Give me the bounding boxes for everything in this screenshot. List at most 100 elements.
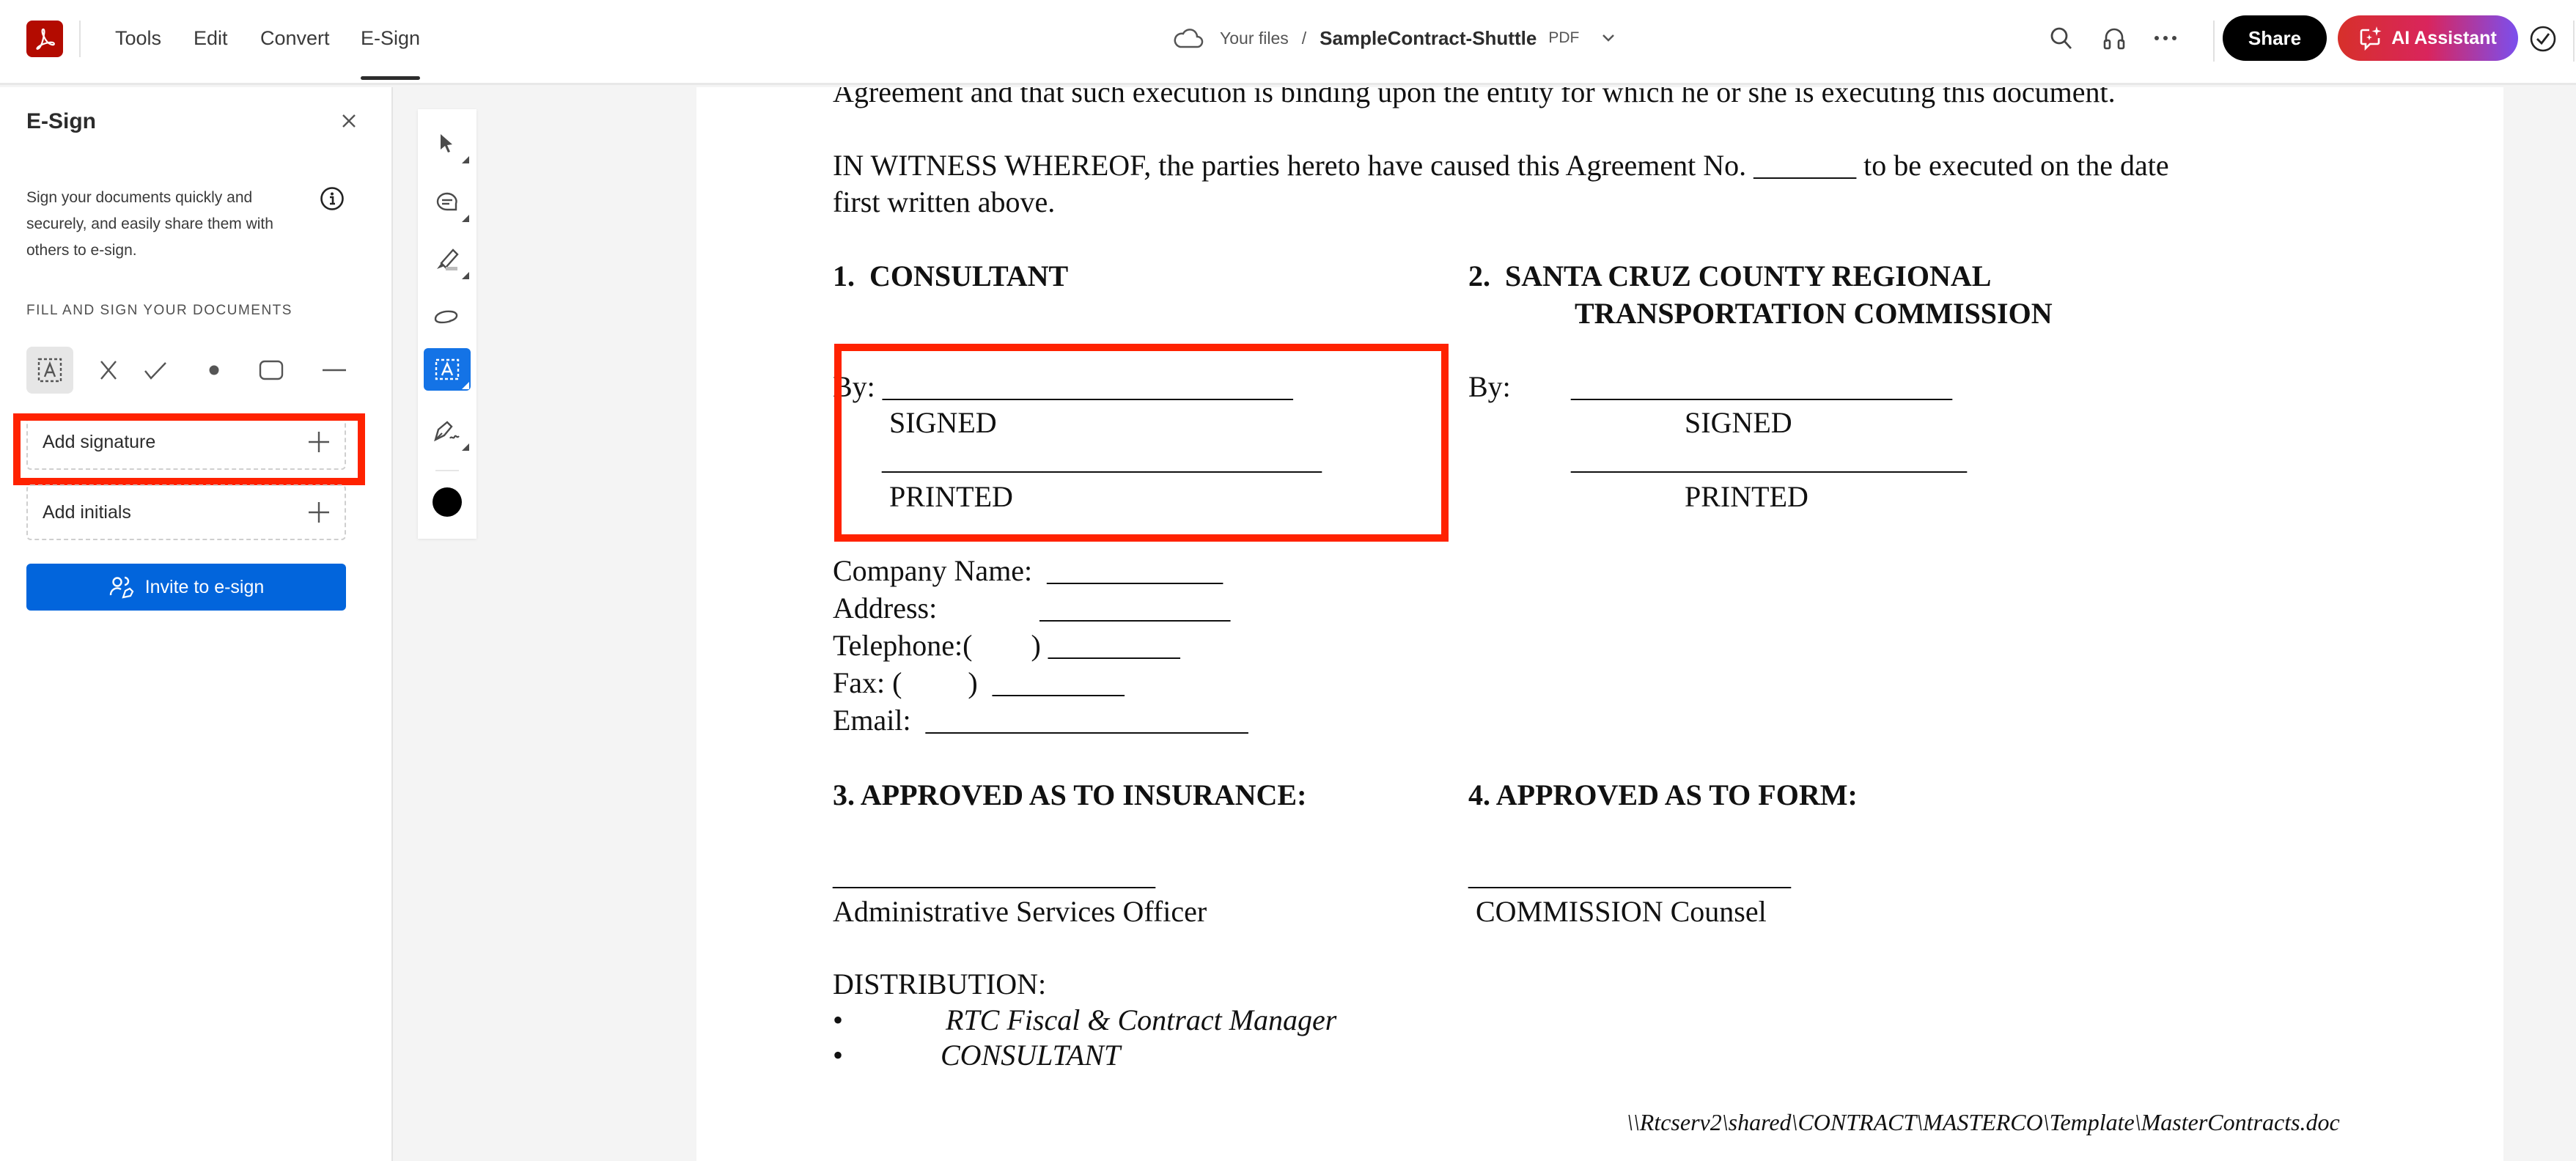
distribution-item: RTC Fiscal & Contract Manager xyxy=(946,1003,1337,1036)
footer-file-path: \\Rtcserv2\shared\CONTRACT\MASTERCO\Temp… xyxy=(1627,1109,2340,1135)
highlighter-icon xyxy=(437,248,459,270)
bullet: • xyxy=(833,1003,844,1036)
toolbar-divider xyxy=(435,470,459,471)
highlight-tool[interactable] xyxy=(424,238,471,281)
fax-field[interactable]: Fax: ( ) _________ xyxy=(833,665,1125,701)
submenu-indicator xyxy=(462,156,469,163)
info-icon[interactable] xyxy=(320,186,345,211)
dot-tool[interactable] xyxy=(191,347,238,394)
header-divider xyxy=(2573,21,2575,62)
read-aloud-button[interactable] xyxy=(2100,23,2129,53)
search-button[interactable] xyxy=(2047,23,2076,53)
annotation-toolbar xyxy=(418,109,476,539)
invite-to-e-sign-button[interactable]: Invite to e-sign xyxy=(26,564,346,611)
email-field[interactable]: Email: ______________________ xyxy=(833,702,1248,739)
cross-tool[interactable] xyxy=(85,347,132,394)
share-button[interactable]: Share xyxy=(2223,15,2327,61)
checkmark-circle-icon[interactable] xyxy=(2529,25,2557,53)
checkmark-tool[interactable] xyxy=(132,347,179,394)
commission-by-label: By: xyxy=(1468,370,1511,403)
breadcrumb-your-files[interactable]: Your files xyxy=(1220,29,1289,48)
address-field[interactable]: Address: _____________ xyxy=(833,590,1230,627)
freehand-draw-icon xyxy=(434,310,458,324)
submenu-indicator xyxy=(462,382,469,389)
headphones-icon xyxy=(2103,28,2125,50)
dot-icon xyxy=(209,365,219,375)
bullet: • xyxy=(833,1039,844,1072)
commission-heading: 2. SANTA CRUZ COUNTY REGIONAL xyxy=(1468,259,1992,292)
telephone-field[interactable]: Telephone:( ) _________ xyxy=(833,627,1180,664)
more-options-button[interactable] xyxy=(2151,23,2180,53)
ai-assistant-icon xyxy=(2360,26,2382,51)
consultant-heading: 1. CONSULTANT xyxy=(833,259,1069,292)
insurance-heading: 3. APPROVED AS TO INSURANCE: xyxy=(833,778,1307,811)
rectangle-tool[interactable] xyxy=(248,347,295,394)
pdf-page: Agreement and that such execution is bin… xyxy=(696,87,2503,1161)
panel-title: E-Sign xyxy=(26,109,96,133)
doc-text: Agreement and that such execution is bin… xyxy=(833,87,2116,108)
commission-heading-line2: TRANSPORTATION COMMISSION xyxy=(1575,297,2053,330)
tab-edit[interactable]: Edit xyxy=(194,22,228,54)
company-name-field[interactable]: Company Name: ____________ xyxy=(833,553,1223,589)
section-label: FILL AND SIGN YOUR DOCUMENTS xyxy=(26,303,292,318)
breadcrumb: Your files / SampleContract-Shuttle PDF xyxy=(1173,22,1616,54)
header-divider xyxy=(2213,21,2215,62)
color-picker[interactable] xyxy=(433,487,462,517)
panel-description: Sign your documents quickly and securely… xyxy=(26,189,273,259)
submenu-indicator xyxy=(462,215,469,222)
doc-text: IN WITNESS WHEREOF, the parties hereto h… xyxy=(833,149,2169,182)
insurance-signer-title: Administrative Services Officer xyxy=(833,895,1207,928)
tab-tools[interactable]: Tools xyxy=(115,22,161,54)
add-initials-button[interactable]: Add initials xyxy=(26,484,346,540)
text-field-icon xyxy=(37,358,62,383)
form-signature-line[interactable]: ______________________ xyxy=(1468,857,1791,893)
cross-mark-icon xyxy=(100,361,117,380)
invite-users-icon xyxy=(109,576,134,599)
rectangle-icon xyxy=(259,360,284,380)
highlight-box xyxy=(834,344,1449,542)
ai-assistant-button[interactable]: AI Assistant xyxy=(2338,15,2518,61)
draw-tool[interactable] xyxy=(424,295,471,338)
close-icon[interactable] xyxy=(340,112,358,130)
comment-tool[interactable] xyxy=(424,181,471,224)
ai-assistant-label: AI Assistant xyxy=(2391,27,2497,48)
more-icon xyxy=(2154,36,2176,40)
commission-printed-line[interactable]: ___________________________ xyxy=(1571,441,1967,478)
submenu-indicator xyxy=(462,272,469,279)
search-icon xyxy=(2050,27,2072,49)
header-divider xyxy=(79,21,81,57)
tab-e-sign[interactable]: E-Sign xyxy=(361,22,421,80)
insurance-signature-line[interactable]: ______________________ xyxy=(833,857,1155,893)
acrobat-icon xyxy=(36,28,55,50)
fill-and-sign-tool[interactable] xyxy=(424,348,471,391)
commission-printed-label: PRINTED xyxy=(1685,480,1808,513)
fill-sign-tool-row xyxy=(26,347,364,394)
cloud-icon xyxy=(1174,29,1204,48)
breadcrumb-separator: / xyxy=(1301,28,1307,48)
add-initials-label: Add initials xyxy=(43,501,131,523)
submenu-indicator xyxy=(462,443,469,451)
pen-sign-icon xyxy=(434,421,460,442)
e-sign-panel: E-Sign Sign your documents quickly and s… xyxy=(0,87,393,1161)
sign-tool[interactable] xyxy=(424,410,471,452)
file-name[interactable]: SampleContract-Shuttle xyxy=(1320,27,1537,50)
invite-label: Invite to e-sign xyxy=(144,576,265,597)
line-icon xyxy=(323,369,346,372)
select-tool[interactable] xyxy=(424,122,471,165)
form-heading: 4. APPROVED AS TO FORM: xyxy=(1468,778,1858,811)
doc-text: first written above. xyxy=(833,185,1056,218)
plus-icon xyxy=(309,502,329,523)
commission-signed-label: SIGNED xyxy=(1685,406,1792,439)
app-header: Tools Edit Convert E-Sign Your files / S… xyxy=(0,0,2576,85)
commission-signature-line[interactable]: __________________________ xyxy=(1571,369,1952,405)
acrobat-logo[interactable] xyxy=(26,21,63,57)
distribution-item: CONSULTANT xyxy=(941,1039,1121,1072)
checkmark-icon xyxy=(144,362,166,380)
chevron-down-icon[interactable] xyxy=(1601,33,1616,43)
text-field-icon xyxy=(435,358,460,380)
text-field-tool[interactable] xyxy=(26,347,73,394)
tab-convert[interactable]: Convert xyxy=(260,22,330,54)
line-tool[interactable] xyxy=(311,347,358,394)
file-type-label: PDF xyxy=(1548,29,1580,46)
cursor-icon xyxy=(441,134,452,152)
